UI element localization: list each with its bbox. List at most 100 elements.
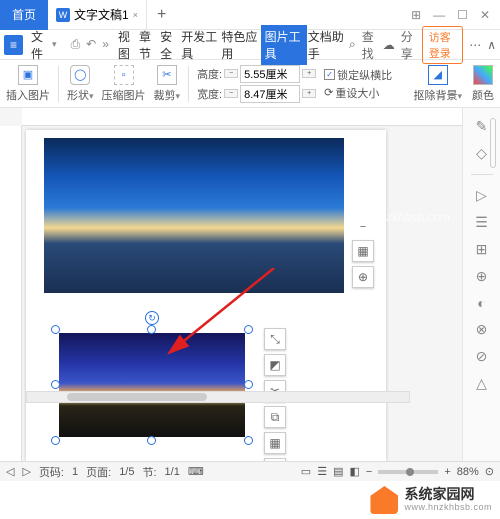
mini-scrollbar[interactable] <box>490 118 496 168</box>
remove-bg-button[interactable]: ◢ 抠除背景▾ <box>413 65 462 103</box>
rail-tool8-icon[interactable]: ⊘ <box>476 348 488 365</box>
tab-security[interactable]: 安全 <box>159 25 180 65</box>
layout-options-button[interactable]: ▦ <box>352 240 374 262</box>
search-label[interactable]: 查找 <box>362 28 377 62</box>
handle-nw[interactable] <box>51 325 60 334</box>
view-outline-icon[interactable]: ☰ <box>317 465 327 478</box>
doc-close-icon[interactable]: × <box>133 10 138 20</box>
minimize-button[interactable]: — <box>433 8 445 22</box>
zoom-slider[interactable] <box>378 470 438 474</box>
zoom-minus-button[interactable]: − <box>366 466 372 478</box>
tab-picture-tools[interactable]: 图片工具 <box>261 25 307 65</box>
zoom-knob[interactable] <box>406 468 414 476</box>
file-menu[interactable]: 文件▾ <box>25 25 63 65</box>
width-plus[interactable]: + <box>302 89 316 98</box>
rotate-handle[interactable]: ↻ <box>145 311 159 325</box>
document-page[interactable]: − ▦ ⊕ ↻ ⤡ ◩ ✂ ⧉ ▦ ⊕ <box>26 130 386 461</box>
tab-special[interactable]: 特色应用 <box>220 25 260 65</box>
color-icon <box>473 65 493 85</box>
tool-wrap[interactable]: ⤡ <box>264 328 286 350</box>
width-minus[interactable]: − <box>224 89 238 98</box>
handle-se[interactable] <box>244 436 253 445</box>
rail-tool9-icon[interactable]: △ <box>476 375 487 392</box>
tool-crop[interactable]: ◩ <box>264 354 286 376</box>
image-sunset[interactable] <box>59 333 245 437</box>
canvas-area: − ▦ ⊕ ↻ ⤡ ◩ ✂ ⧉ ▦ ⊕ <box>0 108 462 461</box>
close-button[interactable]: ✕ <box>480 8 490 22</box>
scrollbar-thumb[interactable] <box>67 393 207 401</box>
rail-edit-icon[interactable]: ✎ <box>476 118 488 135</box>
app-menu-button[interactable]: ≡ <box>4 35 23 55</box>
crop-button[interactable]: ✂ 裁剪▾ <box>154 65 181 103</box>
zoom-out-button[interactable]: − <box>354 218 372 236</box>
insert-picture-button[interactable]: ▣ 插入图片 <box>6 65 50 103</box>
lock-ratio-checkbox[interactable]: ✓ <box>324 69 335 80</box>
maximize-button[interactable]: ☐ <box>457 8 468 22</box>
view-read-icon[interactable]: ▤ <box>333 465 343 478</box>
watermark-logo-icon <box>370 486 398 514</box>
window-controls: ⊞ — ☐ ✕ <box>411 8 500 22</box>
image-sky-large[interactable]: − ▦ ⊕ <box>44 138 344 293</box>
size-options: ✓ 锁定纵横比 ⟳ 重设大小 <box>324 67 392 101</box>
tab-doc-helper[interactable]: 文档助手 <box>307 25 347 65</box>
page-nav-prev-icon[interactable]: ◁ <box>6 465 14 478</box>
height-minus[interactable]: − <box>224 69 238 78</box>
view-web-icon[interactable]: ◧ <box>349 465 359 478</box>
ime-icon[interactable]: ⌨ <box>188 465 204 478</box>
scrollbar-horizontal[interactable] <box>26 391 410 403</box>
height-label: 高度: <box>197 66 222 82</box>
reset-size-icon: ⟳ <box>324 86 333 99</box>
qa-save-icon[interactable]: ⎙ <box>71 37 81 52</box>
cloud-icon[interactable]: ☁ <box>383 38 395 52</box>
login-button[interactable]: 访客登录 <box>422 26 463 64</box>
doc-icon: W <box>56 8 70 22</box>
qa-undo-icon[interactable]: ↶ <box>86 37 96 52</box>
rail-play-icon[interactable]: ▷ <box>476 187 487 204</box>
share-button[interactable]: 分享 <box>401 28 416 62</box>
collapse-ribbon-icon[interactable]: ∧ <box>487 38 496 52</box>
qa-more-icon[interactable]: » <box>102 37 109 52</box>
search-icon[interactable]: ⌕ <box>349 37 356 52</box>
width-input[interactable] <box>240 85 300 103</box>
handle-w[interactable] <box>51 380 60 389</box>
rail-list-icon[interactable]: ☰ <box>475 214 488 231</box>
rail-select-icon[interactable]: ◇ <box>476 145 487 162</box>
handle-ne[interactable] <box>244 325 253 334</box>
tab-chapter[interactable]: 章节 <box>138 25 159 65</box>
handle-n[interactable] <box>147 325 156 334</box>
view-print-icon[interactable]: ▭ <box>301 465 311 478</box>
height-plus[interactable]: + <box>302 69 316 78</box>
remove-bg-icon: ◢ <box>428 65 448 85</box>
color-button[interactable]: 颜色 <box>472 65 494 103</box>
ribbon: ▣ 插入图片 ◯ 形状▾ ▫ 压缩图片 ✂ 裁剪▾ 高度: − + 宽度: − … <box>0 60 500 108</box>
zoom-plus-button[interactable]: + <box>444 466 450 478</box>
tab-view[interactable]: 视图 <box>117 25 138 65</box>
shape-button[interactable]: ◯ 形状▾ <box>67 65 94 103</box>
reset-size-button[interactable]: ⟳ 重设大小 <box>324 85 392 101</box>
compress-icon: ▫ <box>114 65 134 85</box>
zoom-in-button[interactable]: ⊕ <box>352 266 374 288</box>
add-tab-button[interactable]: + <box>147 6 176 24</box>
quick-access: ⎙ ↶ » <box>65 37 115 52</box>
handle-s[interactable] <box>147 436 156 445</box>
handle-e[interactable] <box>244 380 253 389</box>
image-sunset-selected[interactable]: ↻ <box>51 325 253 445</box>
rail-contrast-icon[interactable]: ◐ <box>477 295 485 311</box>
watermark-badge: 系统家园网 www.hnzkhbsb.com <box>362 481 500 519</box>
tab-dev[interactable]: 开发工具 <box>180 25 220 65</box>
status-indicator-icon[interactable]: ⊙ <box>485 465 494 478</box>
width-label: 宽度: <box>197 86 222 102</box>
tool-grid[interactable]: ▦ <box>264 432 286 454</box>
zoom-value[interactable]: 88% <box>457 466 479 478</box>
page-count-label: 页面: <box>86 464 111 480</box>
page-nav-next-icon[interactable]: ▷ <box>22 465 30 478</box>
messages-icon[interactable]: ⊞ <box>411 8 421 22</box>
rail-add-icon[interactable]: ⊕ <box>476 268 488 285</box>
tool-copy[interactable]: ⧉ <box>264 406 286 428</box>
height-input[interactable] <box>240 65 300 83</box>
compress-button[interactable]: ▫ 压缩图片 <box>102 65 146 103</box>
rail-grid-icon[interactable]: ⊞ <box>476 241 488 258</box>
handle-sw[interactable] <box>51 436 60 445</box>
overflow-icon[interactable]: ⋯ <box>469 38 481 52</box>
rail-tool7-icon[interactable]: ⊗ <box>476 321 488 338</box>
